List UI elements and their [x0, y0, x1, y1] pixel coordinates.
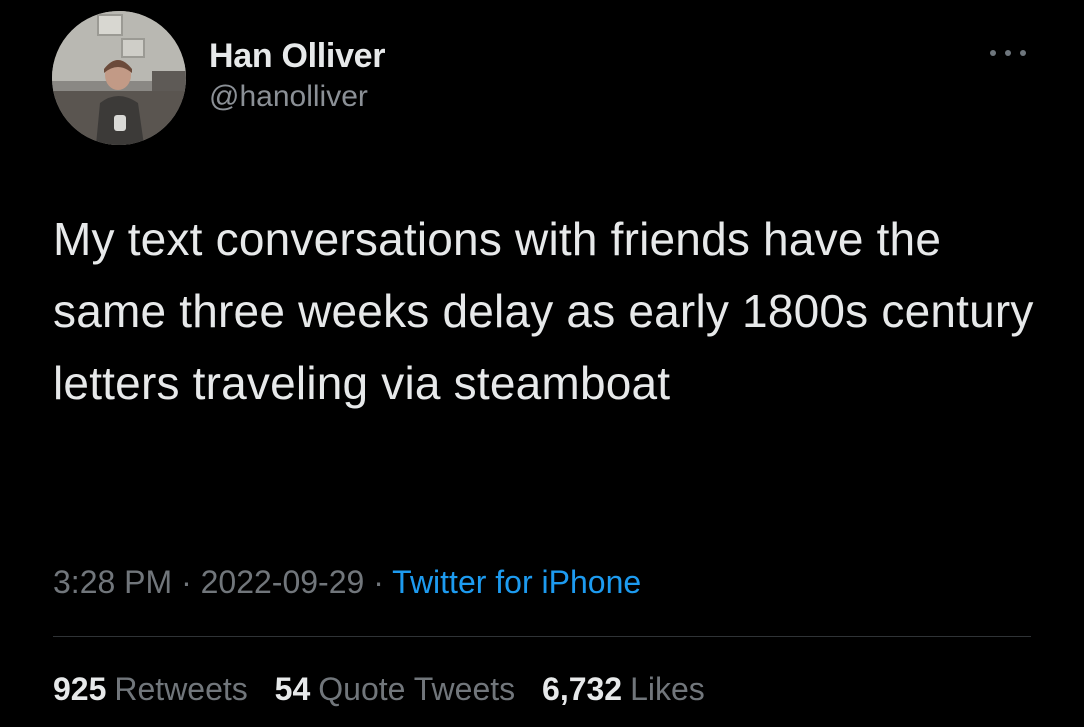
tweet-time[interactable]: 3:28 PM [53, 564, 172, 600]
retweets-count: 925 [53, 671, 107, 707]
retweets-stat[interactable]: 925 Retweets [53, 665, 248, 713]
tweet-source-link[interactable]: Twitter for iPhone [392, 564, 641, 600]
meta-separator: · [373, 564, 384, 600]
author-handle[interactable]: @hanolliver [209, 77, 385, 117]
quote-tweets-label: Quote Tweets [318, 671, 516, 707]
tweet-date[interactable]: 2022-09-29 [201, 564, 365, 600]
quote-tweets-stat[interactable]: 54 Quote Tweets [275, 665, 515, 713]
more-dot [1020, 50, 1026, 56]
tweet-meta: 3:28 PM · 2022-09-29 · Twitter for iPhon… [53, 558, 641, 606]
meta-separator: · [181, 564, 192, 600]
quote-tweets-count: 54 [274, 671, 311, 707]
likes-stat[interactable]: 6,732 Likes [542, 665, 705, 713]
more-horizontal-icon[interactable] [990, 45, 1026, 61]
tweet-header: Han Olliver @hanolliver [52, 11, 1032, 145]
retweets-label: Retweets [114, 671, 248, 707]
divider [53, 636, 1031, 637]
avatar[interactable] [52, 11, 186, 145]
author-display-name[interactable]: Han Olliver [209, 37, 386, 75]
tweet-text: My text conversations with friends have … [53, 213, 1034, 409]
author-names: Han Olliver @hanolliver [209, 37, 386, 117]
avatar-photo-icon [52, 11, 186, 145]
likes-count: 6,732 [542, 671, 623, 707]
tweet-card: Han Olliver @hanolliver My text conversa… [0, 0, 1084, 727]
more-dot [990, 50, 996, 56]
more-dot [1005, 50, 1011, 56]
likes-label: Likes [630, 671, 705, 707]
tweet-stats: 925 Retweets 54 Quote Tweets 6,732 Likes [53, 665, 723, 713]
